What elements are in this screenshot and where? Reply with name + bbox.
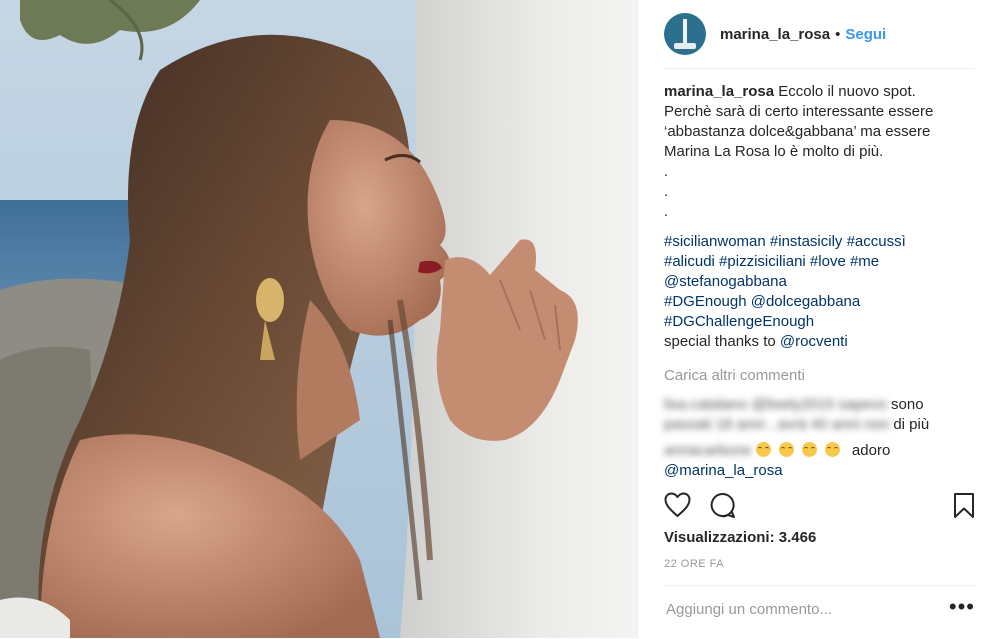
post-media[interactable] (0, 0, 637, 638)
comment-text: sono (891, 396, 924, 413)
more-dots-icon[interactable]: ••• (949, 594, 975, 620)
instagram-post-view: marina_la_rosa • Segui marina_la_rosa Ec… (0, 0, 1000, 638)
post-photo (0, 0, 637, 638)
caption-text-line: Eccolo il nuovo spot. (778, 83, 916, 100)
comment-text: di più (893, 416, 930, 433)
hashtag-link[interactable]: #alicudi (664, 253, 715, 270)
laughing-emoji-icon (824, 442, 840, 457)
comments-list[interactable]: marina_la_rosa Eccolo il nuovo spot. Per… (664, 82, 975, 482)
caption-dot-line: . (664, 163, 669, 180)
hashtag-link[interactable]: #pizzisiciliani (719, 253, 806, 270)
comment-line: passati 18 anni , avrà 40 anni non di pi… (664, 415, 975, 435)
hashtag-line: #sicilianwoman #instasicily #accussì (664, 232, 975, 252)
comment-line: @marina_la_rosa (664, 461, 975, 481)
hashtag-link[interactable]: #me (850, 253, 879, 270)
speech-bubble-icon[interactable] (709, 492, 736, 524)
caption-text-line: Marina La Rosa lo è molto di più. (664, 143, 884, 160)
post-sidebar: marina_la_rosa • Segui marina_la_rosa Ec… (637, 0, 1000, 638)
caption-text-line: ‘abbastanza dolce&gabbana’ ma essere (664, 123, 931, 140)
bookmark-outline-icon[interactable] (953, 492, 975, 524)
blurred-comment-text: passati 18 anni , avrà 40 anni non (664, 416, 890, 433)
comment-item: annacarbone adoro @marina_la_rosa (664, 441, 975, 481)
comment-text: adoro (851, 442, 891, 459)
blurred-comment-author: annacarbone (664, 442, 752, 459)
comment-line: lisa.catalano @lisety2015 sapevo sono (664, 395, 975, 415)
hashtag-link[interactable]: #love (810, 253, 846, 270)
load-more-comments-button[interactable]: Carica altri commenti (664, 366, 805, 386)
comment-line: annacarbone adoro (664, 441, 975, 461)
hashtag-line: #DGEnough @dolcegabbana (664, 292, 975, 312)
caption-first-line: marina_la_rosa Eccolo il nuovo spot. (664, 82, 975, 102)
caption-dot-line: . (664, 203, 669, 220)
username-link[interactable]: marina_la_rosa (720, 26, 830, 43)
hashtag-link[interactable]: #accussì (847, 233, 906, 250)
laughing-emoji-icon (778, 442, 794, 457)
hashtag-line: #alicudi #pizzisiciliani #love #me (664, 252, 975, 272)
hashtag-line: #DGChallengeEnough (664, 312, 975, 332)
mention-link[interactable]: @dolcegabbana (751, 293, 860, 310)
post-timestamp[interactable]: 22 ORE FA (664, 558, 724, 570)
avatar[interactable] (664, 13, 706, 55)
thanks-line: special thanks to @rocventi (664, 332, 975, 352)
mention-link[interactable]: @rocventi (780, 333, 848, 350)
add-comment-bar: ••• (664, 585, 975, 639)
hashtag-link[interactable]: #sicilianwoman (664, 233, 766, 250)
action-bar (664, 492, 975, 522)
hashtag-link[interactable]: #DGEnough (664, 293, 747, 310)
mention-link[interactable]: @marina_la_rosa (664, 462, 783, 479)
thanks-text: special thanks to (664, 333, 776, 350)
hashtag-link[interactable]: #instasicily (770, 233, 843, 250)
caption: marina_la_rosa Eccolo il nuovo spot. Per… (664, 82, 975, 352)
comment-item: lisa.catalano @lisety2015 sapevo sono pa… (664, 395, 975, 435)
blurred-comment-text: lisa.catalano @lisety2015 sapevo (664, 396, 887, 413)
add-comment-input[interactable] (664, 600, 938, 619)
hashtag-link[interactable]: #DGChallengeEnough (664, 313, 814, 330)
mention-link[interactable]: @stefanogabbana (664, 273, 787, 290)
follow-button[interactable]: Segui (845, 26, 886, 43)
avatar-image-detail-base (674, 43, 696, 49)
caption-author-link[interactable]: marina_la_rosa (664, 83, 774, 100)
separator-dot: • (835, 25, 841, 43)
mention-line: @stefanogabbana (664, 272, 975, 292)
laughing-emoji-icon (755, 442, 771, 457)
heart-outline-icon[interactable] (664, 492, 691, 523)
caption-dot-line: . (664, 183, 669, 200)
caption-text-line: Perchè sarà di certo interessante essere (664, 103, 934, 120)
post-header: marina_la_rosa • Segui (664, 0, 975, 69)
laughing-emoji-icon (801, 442, 817, 457)
views-count[interactable]: Visualizzazioni: 3.466 (664, 529, 816, 546)
